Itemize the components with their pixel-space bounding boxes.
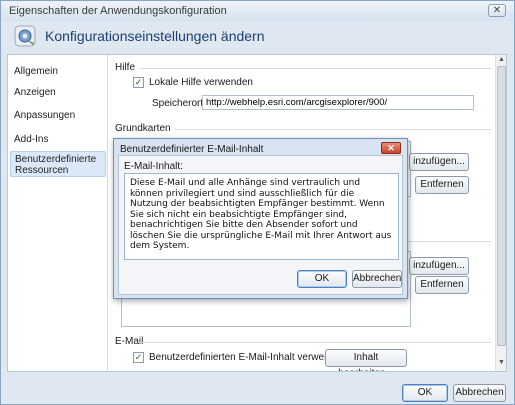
grundkarten-add-button[interactable]: inzufügen... (409, 153, 469, 171)
email-content-checkbox[interactable]: ✓ (133, 352, 144, 363)
resource-remove-button[interactable]: Entfernen (415, 276, 469, 294)
email-content-textarea[interactable]: Diese E-Mail und alle Anhänge sind vertr… (124, 173, 399, 260)
resource-add-button[interactable]: inzufügen... (409, 257, 469, 275)
sidebar-item-label: Benutzerdefinierte Ressourcen (15, 154, 97, 176)
section-divider (175, 129, 491, 130)
window-title: Eigenschaften der Anwendungskonfiguratio… (9, 5, 227, 17)
section-hilfe-label: Hilfe (115, 62, 136, 73)
sidebar-item-label: Anzeigen (14, 87, 56, 98)
sidebar-item-anpassungen[interactable]: Anpassungen (10, 108, 106, 123)
sidebar-item-label: Add-Ins (14, 134, 49, 145)
config-gear-icon (14, 25, 36, 47)
email-dialog-ok-button[interactable]: OK (297, 270, 347, 288)
email-content-field-label: E-Mail-Inhalt: (124, 161, 183, 172)
sidebar-item-allgemein[interactable]: Allgemein (10, 64, 106, 79)
speicherort-label: Speicherort: (152, 98, 206, 109)
scroll-thumb[interactable] (497, 66, 506, 346)
email-dialog-close-button[interactable]: ✕ (381, 142, 401, 154)
section-divider (139, 68, 491, 69)
section-grundkarten-label: Grundkarten (115, 123, 171, 134)
cancel-button[interactable]: Abbrechen (453, 384, 506, 402)
title-bar[interactable]: Eigenschaften der Anwendungskonfiguratio… (1, 1, 514, 21)
ok-button[interactable]: OK (402, 384, 448, 402)
dialog-header: Konfigurationseinstellungen ändern (1, 21, 514, 53)
email-dialog-cancel-button[interactable]: Abbrechen (352, 270, 402, 288)
email-dialog-title: Benutzerdefinierter E-Mail-Inhalt (120, 144, 264, 155)
email-content-label: Benutzerdefinierten E-Mail-Inhalt verwen… (149, 352, 347, 363)
lokale-hilfe-label: Lokale Hilfe verwenden (149, 77, 253, 88)
page-title: Konfigurationseinstellungen ändern (45, 28, 265, 44)
scroll-up-icon[interactable]: ▲ (497, 56, 506, 66)
sidebar-item-anzeigen[interactable]: Anzeigen (10, 85, 106, 100)
sidebar-item-add-ins[interactable]: Add-Ins (10, 132, 106, 147)
speicherort-input[interactable] (202, 95, 474, 110)
email-content-dialog: Benutzerdefinierter E-Mail-Inhalt ✕ E-Ma… (113, 138, 408, 299)
email-dialog-body: E-Mail-Inhalt: Diese E-Mail und alle Anh… (118, 155, 403, 295)
scroll-down-icon[interactable]: ▼ (497, 359, 506, 369)
sidebar-item-label: Anpassungen (14, 110, 76, 121)
sidebar-nav: Allgemein Anzeigen Anpassungen Add-Ins B… (8, 55, 108, 371)
sidebar-item-label: Allgemein (14, 66, 58, 77)
lokale-hilfe-checkbox[interactable]: ✓ (133, 77, 144, 88)
pane-scrollbar[interactable]: ▲ ▼ (495, 55, 506, 371)
section-divider (139, 342, 491, 343)
sidebar-item-benutzerdefinierte-ressourcen[interactable]: Benutzerdefinierte Ressourcen (10, 151, 106, 177)
grundkarten-remove-button[interactable]: Entfernen (415, 176, 469, 194)
close-button[interactable]: ✕ (488, 4, 506, 17)
inhalt-bearbeiten-button[interactable]: Inhalt bearbeiten... (325, 349, 407, 371)
